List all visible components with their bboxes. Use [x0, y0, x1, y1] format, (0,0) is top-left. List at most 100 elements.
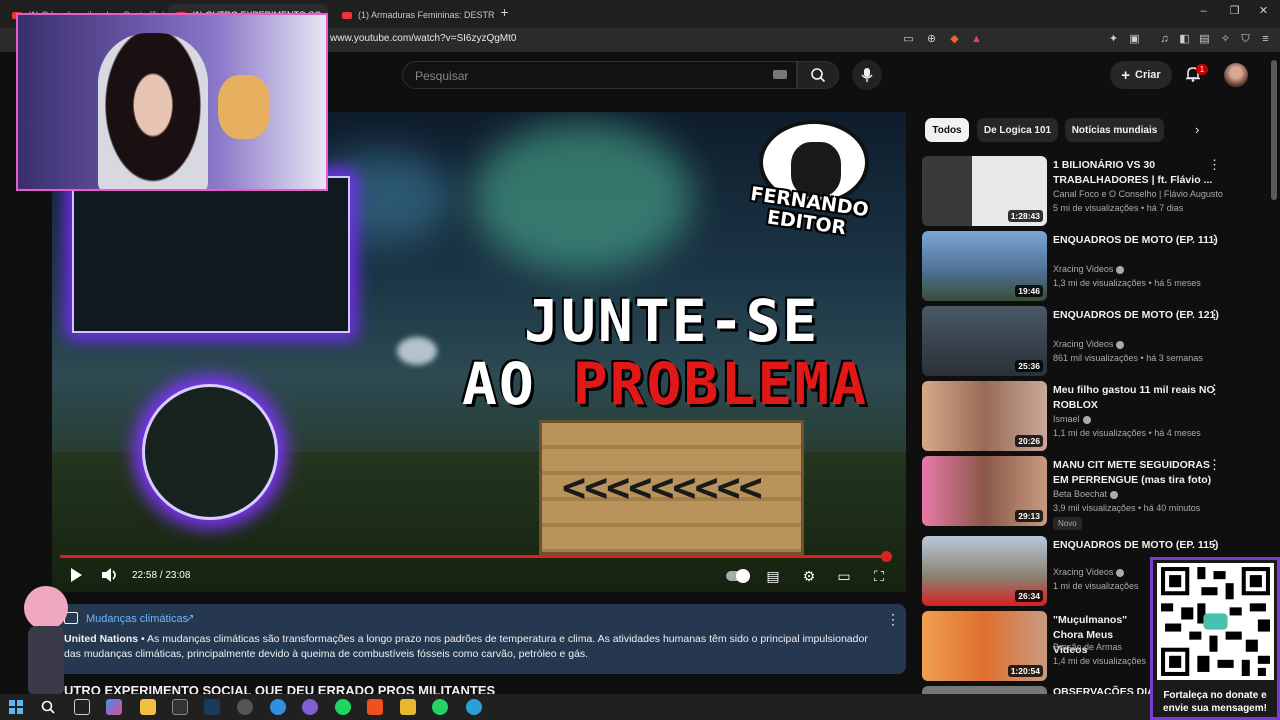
- menu-icon[interactable]: ≡: [1259, 33, 1272, 46]
- more-options-icon[interactable]: ⋮: [1208, 383, 1221, 397]
- new-tab-icon[interactable]: +: [498, 5, 511, 19]
- screen-icon[interactable]: ▭: [902, 33, 915, 46]
- info-topic-link[interactable]: Mudanças climáticas: [86, 613, 188, 625]
- qr-code-icon: [1157, 563, 1274, 680]
- file-explorer-icon[interactable]: [140, 699, 156, 715]
- voice-search-button[interactable]: [852, 60, 882, 90]
- search-icon[interactable]: [40, 699, 56, 715]
- play-button[interactable]: [67, 567, 85, 585]
- url-text[interactable]: www.youtube.com/watch?v=SI6zyzQgMt0: [330, 33, 516, 44]
- close-icon[interactable]: ✕: [1257, 5, 1270, 18]
- extensions-icon[interactable]: ✦: [1107, 33, 1120, 46]
- theater-icon: ▭: [837, 568, 851, 584]
- recommendation-item[interactable]: 1:28:43 1 BILIONÁRIO VS 30 TRABALHADORES…: [922, 156, 1272, 228]
- wallet-icon[interactable]: ▣: [1128, 33, 1141, 46]
- messenger-icon[interactable]: [302, 699, 318, 715]
- more-options-icon[interactable]: ⋮: [1208, 458, 1221, 472]
- thumbnail-title-line2: AO PROBLEMA: [462, 350, 869, 418]
- zoom-icon[interactable]: ⊕: [925, 33, 938, 46]
- more-options-icon[interactable]: ⋮: [1208, 233, 1221, 247]
- recommendation-channel[interactable]: Xracing Videos: [1053, 264, 1125, 274]
- recommendation-thumbnail[interactable]: 19:46: [922, 231, 1047, 301]
- folder-icon[interactable]: [400, 699, 416, 715]
- chevron-right-icon[interactable]: ›: [1195, 122, 1199, 137]
- recommendation-channel[interactable]: Ismael: [1053, 414, 1091, 424]
- restore-icon[interactable]: ❐: [1228, 5, 1241, 18]
- account-avatar[interactable]: [1224, 63, 1248, 87]
- recommendation-meta: 1,3 mi de visualizações • há 5 meses: [1053, 278, 1201, 288]
- search-input[interactable]: Pesquisar: [402, 61, 797, 89]
- more-options-icon[interactable]: ⋮: [1208, 308, 1221, 322]
- microphone-icon: [861, 68, 873, 82]
- more-options-icon[interactable]: ⋮: [1208, 158, 1221, 172]
- theater-mode-button[interactable]: ▭: [835, 567, 853, 585]
- recommendation-thumbnail[interactable]: 26:34: [922, 536, 1047, 606]
- leo-icon[interactable]: ✧: [1219, 33, 1232, 46]
- recommendation-thumbnail[interactable]: 25:36: [922, 306, 1047, 376]
- chip-de-logica-101[interactable]: De Logica 101: [977, 118, 1058, 142]
- create-button[interactable]: + Criar: [1110, 61, 1172, 89]
- obs-icon[interactable]: [237, 699, 253, 715]
- brave-shield-icon[interactable]: ◆: [948, 33, 961, 46]
- windows-start-icon[interactable]: [8, 699, 24, 715]
- recommendation-channel[interactable]: Canal Foco e O Conselho | Flávio Augusto: [1053, 189, 1223, 199]
- recommendation-item[interactable]: 20:26 Meu filho gastou 11 mil reais NO R…: [922, 381, 1272, 453]
- epic-games-icon[interactable]: [172, 699, 188, 715]
- more-options-icon[interactable]: ⋮: [886, 611, 900, 628]
- sidebar-icon[interactable]: ◧: [1178, 33, 1191, 46]
- copilot-icon[interactable]: [106, 699, 122, 715]
- vpn-icon[interactable]: ⛉: [1239, 33, 1252, 46]
- camera-circle-overlay: [142, 384, 278, 520]
- autoplay-toggle[interactable]: [726, 567, 752, 585]
- recommendation-title[interactable]: ENQUADROS DE MOTO (EP. 111): [1053, 233, 1223, 248]
- steam-icon[interactable]: [204, 699, 220, 715]
- recommendation-title[interactable]: Meu filho gastou 11 mil reais NO ROBLOX: [1053, 383, 1223, 413]
- music-icon[interactable]: ♫: [1158, 33, 1171, 46]
- scrollbar-thumb[interactable]: [1271, 60, 1277, 200]
- recommendation-channel[interactable]: Xracing Videos: [1053, 567, 1125, 577]
- recommendation-thumbnail[interactable]: [922, 686, 1047, 694]
- more-options-icon[interactable]: ⋮: [1208, 538, 1221, 552]
- rewards-icon[interactable]: ▲: [970, 33, 983, 46]
- moon-decoration: [397, 337, 437, 365]
- whatsapp-icon[interactable]: [432, 699, 448, 715]
- recommendation-title[interactable]: ENQUADROS DE MOTO (EP. 115): [1053, 538, 1223, 553]
- recommendation-item[interactable]: 25:36 ENQUADROS DE MOTO (EP. 121) Xracin…: [922, 306, 1272, 378]
- chip-noticias-mundiais[interactable]: Notícias mundiais: [1065, 118, 1164, 142]
- wallet2-icon[interactable]: ▤: [1198, 33, 1211, 46]
- search-icon: [811, 68, 826, 83]
- progress-scrubber[interactable]: [881, 551, 892, 562]
- recommendation-thumbnail[interactable]: 20:26: [922, 381, 1047, 451]
- subtitles-button[interactable]: ▤: [764, 567, 782, 585]
- telegram-icon[interactable]: [466, 699, 482, 715]
- duration-badge: 26:34: [1015, 590, 1043, 602]
- recommendation-title[interactable]: MANU CIT METE SEGUIDORAS EM PERRENGUE (m…: [1053, 458, 1223, 488]
- recommendation-channel[interactable]: Brasão de Armas: [1053, 642, 1122, 652]
- external-link-icon[interactable]: ↗: [186, 613, 194, 624]
- settings-button[interactable]: ⚙: [800, 567, 818, 585]
- recommendation-item[interactable]: 29:13 MANU CIT METE SEGUIDORAS EM PERREN…: [922, 456, 1272, 530]
- progress-bar[interactable]: [60, 555, 886, 558]
- fullscreen-button[interactable]: ⛶: [870, 567, 888, 585]
- edge-icon[interactable]: [270, 699, 286, 715]
- play-icon: [71, 568, 82, 582]
- recommendation-thumbnail[interactable]: 29:13: [922, 456, 1047, 526]
- browser-tab[interactable]: (1) Armaduras Femininas: DESTRUIND: [334, 4, 494, 26]
- recommendation-channel[interactable]: Beta Boechat: [1053, 489, 1119, 499]
- chip-all[interactable]: Todos: [925, 118, 969, 142]
- spotify-icon[interactable]: [335, 699, 351, 715]
- recommendation-title[interactable]: 1 BILIONÁRIO VS 30 TRABALHADORES | ft. F…: [1053, 158, 1223, 188]
- gear-icon: ⚙: [802, 568, 816, 584]
- brave-icon[interactable]: [367, 699, 383, 715]
- task-view-icon[interactable]: [74, 699, 90, 715]
- keyboard-icon[interactable]: [773, 70, 787, 79]
- recommendation-item[interactable]: 19:46 ENQUADROS DE MOTO (EP. 111) Xracin…: [922, 231, 1272, 303]
- recommendation-title[interactable]: ENQUADROS DE MOTO (EP. 121): [1053, 308, 1223, 323]
- recommendation-thumbnail[interactable]: 1:20:54: [922, 611, 1047, 681]
- recommendation-meta: 1,4 mi de visualizações: [1053, 656, 1147, 666]
- volume-button[interactable]: [101, 567, 119, 585]
- recommendation-thumbnail[interactable]: 1:28:43: [922, 156, 1047, 226]
- search-button[interactable]: [797, 61, 839, 89]
- recommendation-channel[interactable]: Xracing Videos: [1053, 339, 1125, 349]
- minimize-icon[interactable]: –: [1197, 5, 1210, 18]
